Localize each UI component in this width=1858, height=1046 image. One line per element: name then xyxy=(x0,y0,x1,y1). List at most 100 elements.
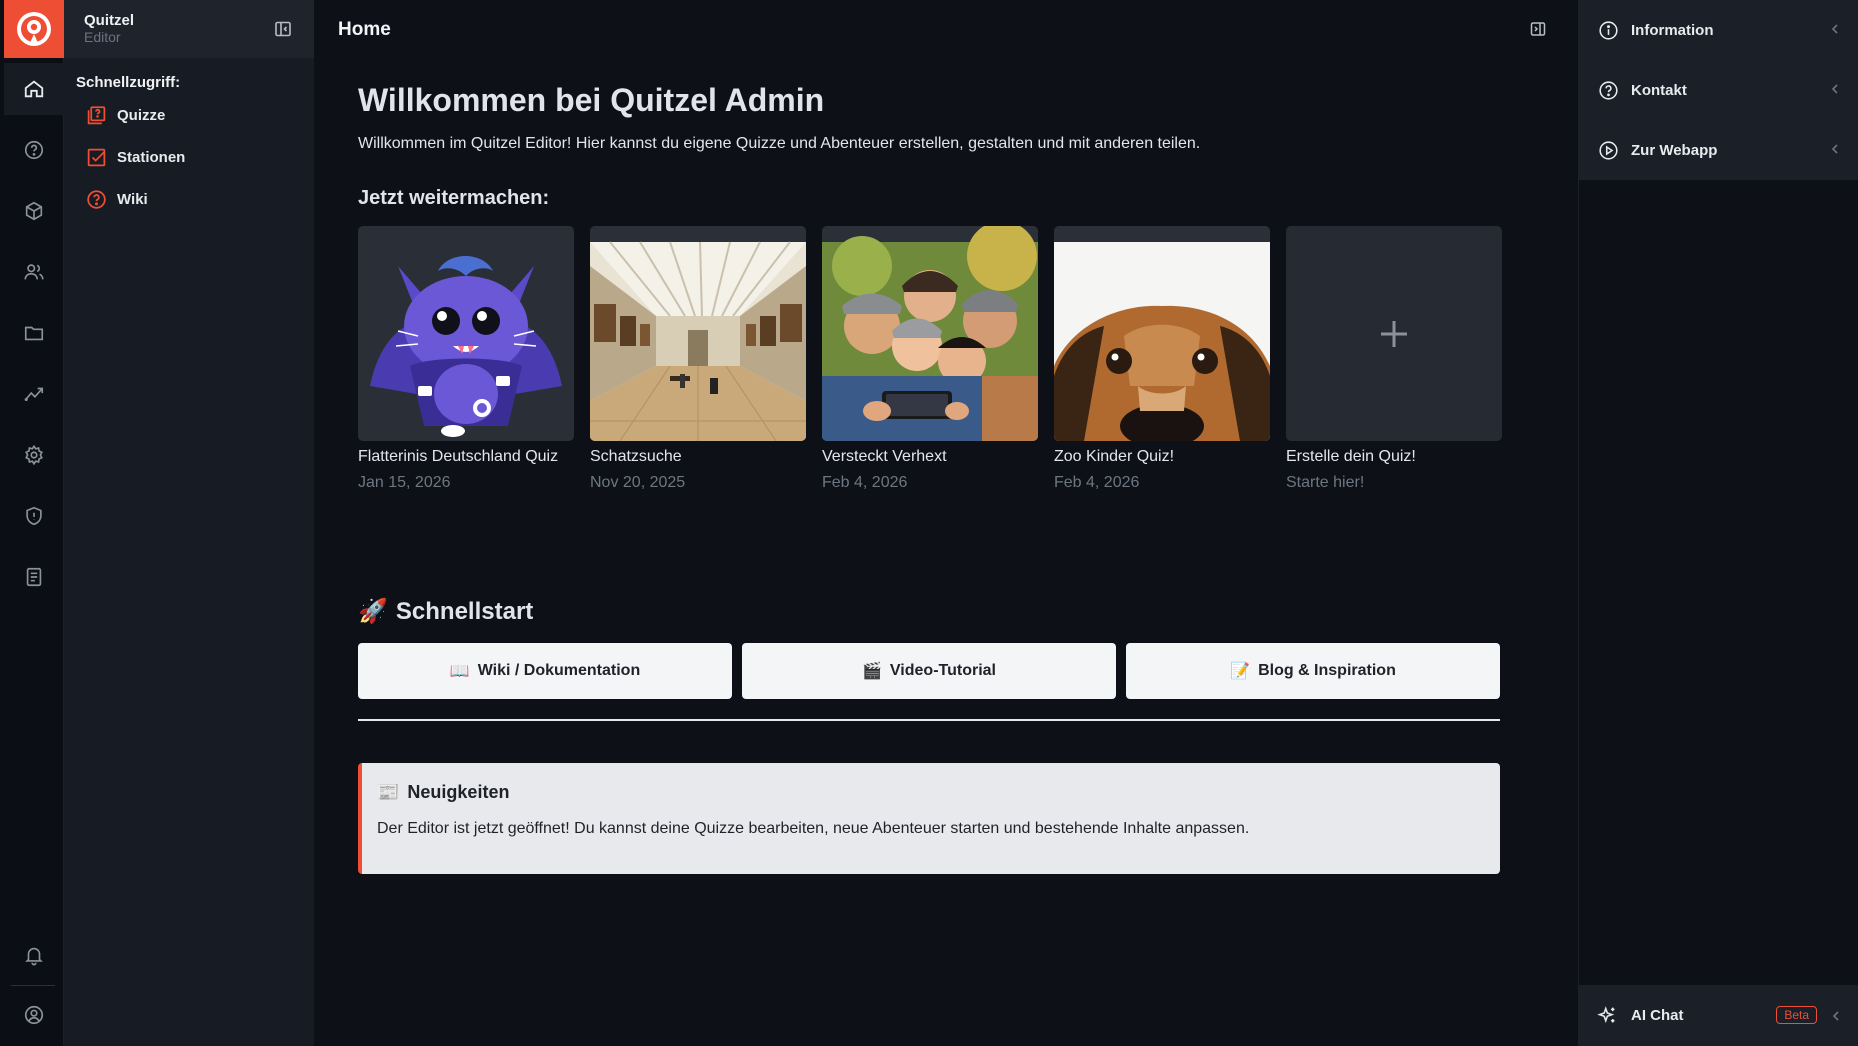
info-icon xyxy=(1597,19,1619,41)
home-icon xyxy=(24,80,44,98)
main-header: Home xyxy=(314,0,1578,58)
webapp-item[interactable]: Zur Webapp xyxy=(1579,120,1858,180)
sidebar-collapse-icon[interactable] xyxy=(274,20,292,38)
information-item[interactable]: Information xyxy=(1579,0,1858,60)
welcome-heading: Willkommen bei Quitzel Admin xyxy=(358,82,825,118)
right-panel-links: Information Kontakt Zur Webapp xyxy=(1579,0,1858,180)
sidebar-item-stationen[interactable]: Stationen xyxy=(85,138,314,176)
right-panel-toggle-icon[interactable] xyxy=(1530,21,1546,37)
chevron-left-icon[interactable] xyxy=(1828,22,1842,36)
app-logo[interactable] xyxy=(4,0,64,58)
rail-home-button[interactable] xyxy=(4,63,64,115)
quiz-card-date: Feb 4, 2026 xyxy=(1054,474,1140,491)
clapperboard-icon: 🎬 xyxy=(862,663,882,680)
rail-notifications-button[interactable] xyxy=(4,929,64,981)
quiz-card[interactable]: Versteckt Verhext Feb 4, 2026 xyxy=(822,226,1038,493)
beta-badge: Beta xyxy=(1776,1006,1817,1024)
quiz-icon xyxy=(85,104,107,126)
help-circle-icon xyxy=(24,140,44,160)
user-circle-icon xyxy=(24,1005,44,1025)
trend-chart-icon xyxy=(24,387,44,402)
question-icon xyxy=(85,188,107,210)
bat-mascot-illustration xyxy=(358,226,574,441)
rail-files-button[interactable] xyxy=(4,307,64,359)
ai-chat-bar[interactable]: AI Chat Beta xyxy=(1579,985,1858,1046)
folder-icon xyxy=(24,326,44,341)
kontakt-label: Kontakt xyxy=(1631,81,1687,99)
question-icon xyxy=(1597,79,1619,101)
kontakt-item[interactable]: Kontakt xyxy=(1579,60,1858,120)
play-circle-icon xyxy=(1597,139,1619,161)
document-list-icon xyxy=(26,567,42,587)
quiz-card-subtitle: Starte hier! xyxy=(1286,474,1365,491)
settings-gear-icon xyxy=(25,444,43,466)
ai-chat-label: AI Chat xyxy=(1631,1007,1684,1024)
quiz-card-title: Versteckt Verhext xyxy=(822,448,947,465)
rail-security-button[interactable] xyxy=(4,490,64,542)
rail-settings-button[interactable] xyxy=(4,429,64,481)
page-title: Home xyxy=(338,19,391,40)
sidebar-item-label: Stationen xyxy=(117,148,186,166)
main-content: Home Willkommen bei Quitzel Admin Willko… xyxy=(314,0,1578,1046)
rail-users-button[interactable] xyxy=(4,246,64,298)
news-heading: 📰 Neuigkeiten xyxy=(377,781,1500,803)
button-label: Wiki / Dokumentation xyxy=(477,662,641,679)
plus-icon xyxy=(1381,320,1407,347)
quiz-card-date: Jan 15, 2026 xyxy=(358,474,451,491)
museum-gallery-photo xyxy=(590,226,806,441)
sidebar-item-label: Quizze xyxy=(117,106,166,124)
quiz-card-title: Schatzsuche xyxy=(590,448,682,465)
chevron-left-icon[interactable] xyxy=(1828,142,1842,156)
create-quiz-card[interactable]: Erstelle dein Quiz! Starte hier! xyxy=(1286,226,1502,493)
webapp-label: Zur Webapp xyxy=(1631,141,1718,159)
welcome-text: Willkommen im Quitzel Editor! Hier kanns… xyxy=(358,135,1201,152)
quickstart-buttons: 📖 Wiki / Dokumentation 🎬 Video-Tutorial … xyxy=(358,643,1500,699)
app-name: Quitzel xyxy=(84,12,135,29)
chevron-left-icon[interactable] xyxy=(1829,1009,1843,1023)
button-label: Video-Tutorial xyxy=(889,662,996,679)
section-divider xyxy=(358,719,1500,721)
rail-modules-button[interactable] xyxy=(4,185,64,237)
quiz-card-date: Nov 20, 2025 xyxy=(590,474,686,491)
news-title: Neuigkeiten xyxy=(407,782,510,802)
quickstart-heading: 🚀 Schnellstart xyxy=(358,597,1500,627)
recent-quiz-cards: Flatterinis Deutschland Quiz Jan 15, 202… xyxy=(358,226,1502,493)
create-quiz-placeholder xyxy=(1286,226,1502,441)
quiz-card[interactable]: Zoo Kinder Quiz! Feb 4, 2026 xyxy=(1054,226,1270,493)
quickstart-title: Schnellstart xyxy=(395,598,534,625)
sidebar-header: Quitzel Editor xyxy=(64,0,314,58)
chevron-left-icon[interactable] xyxy=(1828,82,1842,96)
rocket-icon: 🚀 xyxy=(358,598,388,625)
sidebar-item-quizze[interactable]: Quizze xyxy=(85,96,314,134)
shield-icon xyxy=(26,506,42,526)
quiz-card[interactable]: Flatterinis Deutschland Quiz Jan 15, 202… xyxy=(358,226,574,493)
book-icon: 📖 xyxy=(449,663,470,680)
app-subtitle: Editor xyxy=(84,29,121,45)
information-label: Information xyxy=(1631,21,1714,39)
sidebar-item-wiki[interactable]: Wiki xyxy=(85,180,314,218)
home-content: Willkommen bei Quitzel Admin Willkommen … xyxy=(358,58,1502,874)
sparkle-icon xyxy=(1597,1005,1619,1027)
memo-icon: 📝 xyxy=(1230,663,1251,680)
icon-rail xyxy=(0,0,64,1046)
wiki-docs-button[interactable]: 📖 Wiki / Dokumentation xyxy=(358,643,732,699)
right-panel: Information Kontakt Zur Webapp AI Chat B… xyxy=(1578,0,1858,1046)
rail-divider xyxy=(11,985,55,986)
newspaper-icon: 📰 xyxy=(377,782,400,802)
button-label: Blog & Inspiration xyxy=(1258,662,1396,679)
bell-icon xyxy=(25,947,43,966)
rail-stats-button[interactable] xyxy=(4,368,64,420)
group-selfie-photo xyxy=(822,226,1038,441)
video-tutorial-button[interactable]: 🎬 Video-Tutorial xyxy=(742,643,1116,699)
rail-help-button[interactable] xyxy=(4,124,64,176)
rail-profile-button[interactable] xyxy=(4,989,64,1041)
blog-inspiration-button[interactable]: 📝 Blog & Inspiration xyxy=(1126,643,1500,699)
news-text: Der Editor ist jetzt geöffnet! Du kannst… xyxy=(377,820,1250,837)
quiz-card-title: Zoo Kinder Quiz! xyxy=(1054,448,1175,465)
users-icon xyxy=(24,264,44,280)
quiz-card[interactable]: Schatzsuche Nov 20, 2025 xyxy=(590,226,806,493)
checkbox-icon xyxy=(85,146,107,168)
rail-logs-button[interactable] xyxy=(4,551,64,603)
quiz-card-title: Erstelle dein Quiz! xyxy=(1286,448,1416,465)
quiz-card-date: Feb 4, 2026 xyxy=(822,474,908,491)
